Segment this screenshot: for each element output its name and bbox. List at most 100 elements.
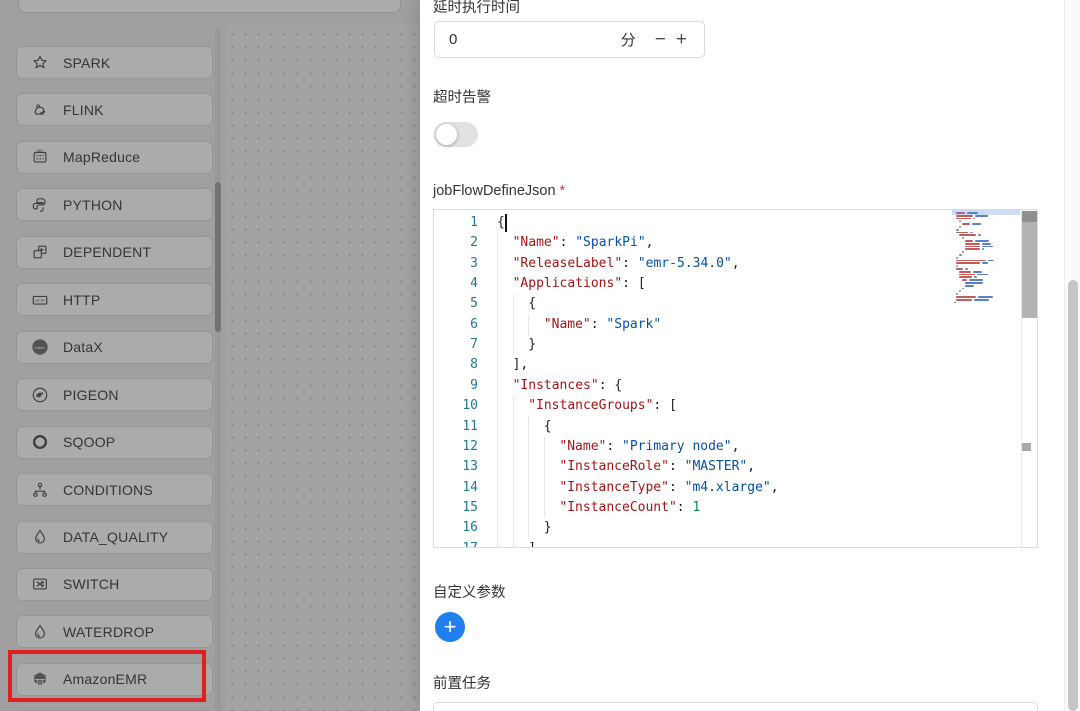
- minimap-line: [959, 226, 961, 228]
- minimap-line: [965, 248, 984, 251]
- editor-minimap[interactable]: [954, 212, 1016, 522]
- indent-guide: [528, 477, 530, 498]
- minimap-line: [965, 245, 993, 248]
- indent-guide: [497, 436, 498, 458]
- code-line: 6 "Name": "Spark": [434, 314, 1037, 336]
- indent-guide: [512, 436, 514, 458]
- line-number: 12: [462, 438, 478, 454]
- timeout-alarm-toggle[interactable]: [434, 122, 478, 147]
- minimap-line: [954, 301, 956, 304]
- code-line: 5{: [434, 294, 1037, 315]
- code-line: 15 "InstanceCount": 1: [434, 497, 1037, 519]
- line-number: 13: [462, 459, 478, 475]
- decrement-button[interactable]: −: [650, 30, 671, 49]
- minimap-line: [959, 276, 977, 279]
- indent-guide: [497, 396, 498, 417]
- minimap-line: [956, 265, 958, 267]
- code-line: 11 {: [434, 416, 1037, 437]
- minimap-line: [956, 228, 959, 231]
- minimap-line: [956, 214, 988, 217]
- line-number: 4: [470, 276, 478, 292]
- indent-guide: [497, 457, 498, 478]
- indent-guide: [497, 375, 498, 397]
- code-text: "InstanceRole": "MASTER",: [559, 459, 756, 475]
- minimap-line: [956, 217, 975, 220]
- delay-time-label: 延时执行时间: [433, 0, 520, 16]
- app-root: SPARK FLINK MR MapReduce PYTHON DEPENDENT HTTP…: [0, 0, 1080, 711]
- indent-guide: [512, 416, 514, 437]
- line-number: 2: [470, 235, 478, 251]
- indent-guide: [497, 335, 498, 356]
- code-line: 12 "Name": "Primary node",: [434, 436, 1037, 458]
- indent-guide: [543, 457, 545, 478]
- minimap-line: [956, 231, 973, 234]
- line-number: 3: [470, 255, 478, 271]
- minimap-line: [959, 273, 988, 276]
- code-line: 17],: [434, 538, 1037, 547]
- line-number: 10: [462, 398, 478, 414]
- page-scrollbar-thumb[interactable]: [1068, 280, 1078, 711]
- indent-guide: [512, 294, 514, 315]
- indent-guide: [543, 436, 545, 458]
- minimap-line: [956, 293, 958, 295]
- minimap-line: [959, 234, 981, 237]
- indent-guide: [512, 314, 514, 336]
- delay-time-input[interactable]: 0 分 − +: [434, 21, 705, 58]
- line-number: 7: [470, 337, 478, 353]
- indent-guide: [497, 416, 498, 437]
- code-text: }: [543, 520, 552, 536]
- minimap-line: [956, 268, 968, 270]
- json-code-editor[interactable]: 1{2 "Name": "SparkPi", 3 "ReleaseLabel": "e…: [433, 209, 1038, 548]
- toggle-knob: [436, 124, 457, 145]
- minimap-line: [962, 223, 981, 225]
- editor-scrollbar-thumb[interactable]: [1022, 211, 1037, 318]
- minimap-line: [959, 254, 962, 256]
- amazon-emr-highlight-box: [8, 650, 206, 702]
- minimap-line: [965, 242, 991, 245]
- editor-scrollbar-cap: [1022, 211, 1037, 222]
- code-text: "Instances": {: [512, 377, 623, 393]
- indent-guide: [497, 518, 498, 539]
- code-text: "ReleaseLabel": "emr-5.34.0",: [512, 255, 740, 271]
- code-text: "Applications": [: [512, 276, 646, 292]
- indent-guide: [512, 538, 514, 547]
- line-number: 6: [470, 316, 478, 332]
- code-text: ],: [528, 539, 544, 547]
- indent-guide: [497, 253, 498, 275]
- code-line: 4 "Applications": [: [434, 274, 1037, 295]
- indent-guide: [528, 518, 530, 539]
- increment-button[interactable]: +: [671, 30, 692, 49]
- indent-guide: [528, 497, 530, 519]
- code-line: 14 "InstanceType": "m4.xlarge",: [434, 477, 1037, 498]
- indent-guide: [512, 396, 514, 417]
- line-number: 8: [470, 357, 478, 373]
- delay-time-value[interactable]: 0: [449, 31, 621, 48]
- code-text: "Name": "Primary node",: [559, 438, 740, 454]
- add-custom-param-button[interactable]: +: [435, 612, 465, 642]
- line-number: 16: [462, 520, 478, 536]
- indent-guide: [528, 314, 530, 336]
- minimap-line: [959, 290, 961, 293]
- code-text: "Name": "Spark": [543, 316, 662, 332]
- minimap-line: [965, 240, 989, 242]
- indent-guide: [497, 497, 498, 519]
- indent-guide: [543, 477, 545, 498]
- code-text: ],: [512, 357, 529, 373]
- minimap-line: [956, 256, 958, 259]
- minimap-line: [962, 237, 964, 239]
- indent-guide: [512, 457, 514, 478]
- indent-guide: [512, 477, 514, 498]
- pre-task-select[interactable]: [433, 702, 1038, 711]
- code-text: }: [528, 337, 537, 353]
- indent-guide: [497, 233, 498, 254]
- custom-params-label: 自定义参数: [433, 585, 506, 601]
- code-line: 2 "Name": "SparkPi",: [434, 233, 1037, 254]
- minimap-viewport-slider[interactable]: [952, 210, 1020, 215]
- indent-guide: [497, 538, 498, 547]
- task-definition-drawer: 延时执行时间 0 分 − + 超时告警 jobFlowDefineJson * 1…: [420, 0, 1080, 711]
- line-number: 9: [470, 377, 478, 393]
- indent-guide: [528, 457, 530, 478]
- minimap-line: [962, 287, 964, 290]
- minimap-line: [956, 298, 989, 301]
- modal-dim-overlay: [0, 0, 420, 711]
